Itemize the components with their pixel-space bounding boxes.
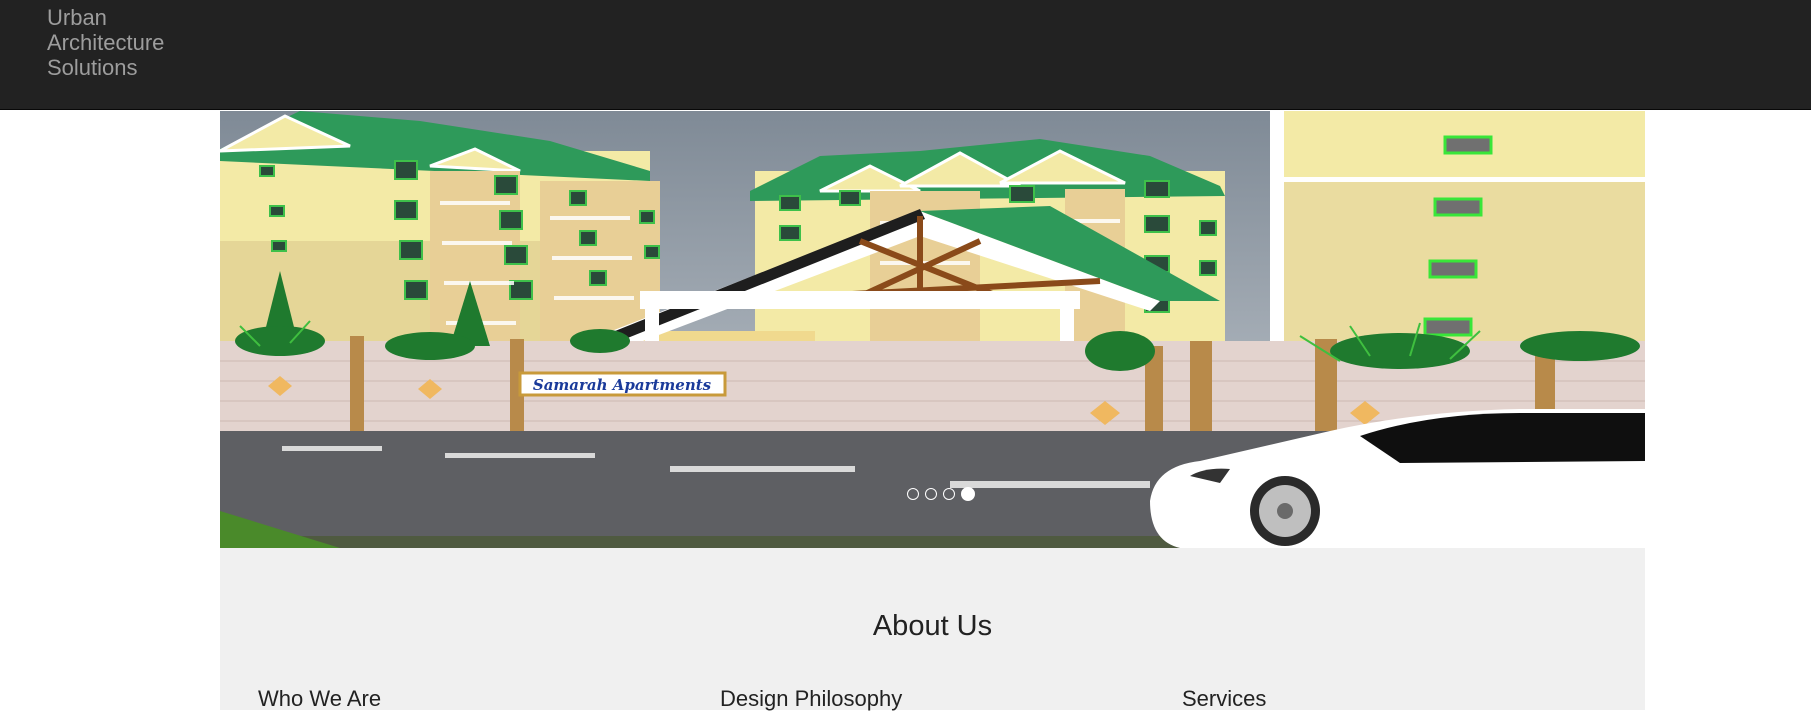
sign-board-text: Samarah Apartments	[533, 376, 712, 394]
carousel-slide-image: Samarah Apartments	[220, 111, 1645, 548]
hero-carousel[interactable]: Samarah Apartments	[220, 111, 1645, 548]
carousel-indicators	[220, 487, 1645, 501]
brand-line-2: Architecture	[47, 30, 165, 55]
carousel-indicator-1[interactable]	[907, 488, 919, 500]
brand-line-1: Urban	[47, 5, 107, 30]
carousel-indicator-4[interactable]	[961, 487, 975, 501]
carousel-indicator-2[interactable]	[925, 488, 937, 500]
navbar: Urban Architecture Solutions	[0, 0, 1811, 110]
services-heading: Services	[1182, 686, 1267, 711]
carousel-indicator-3[interactable]	[943, 488, 955, 500]
about-title: About Us	[872, 610, 993, 642]
brand-link[interactable]: Urban Architecture Solutions	[47, 5, 164, 80]
who-we-are-heading: Who We Are	[258, 686, 382, 711]
about-section: About Us Who We Are Design Philosophy Se…	[220, 548, 1645, 711]
design-philosophy-heading: Design Philosophy	[720, 686, 903, 711]
brand-line-3: Solutions	[47, 55, 138, 80]
